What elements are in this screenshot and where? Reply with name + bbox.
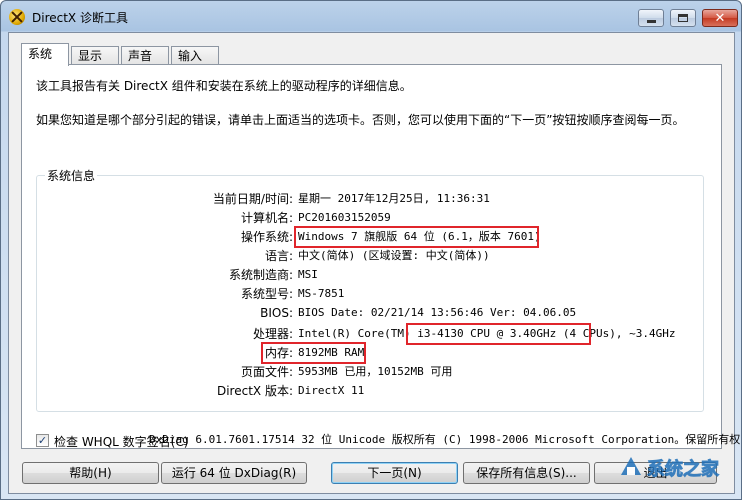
system-info-group: 系统信息 当前日期/时间: 计算机名: 操作系统: 语言: 系统制造商: 系统型… [36,167,704,412]
pagefile-value: 5953MB 已用，10152MB 可用 [298,365,453,378]
model-label: 系统型号: [240,287,293,301]
datetime-label: 当前日期/时间: [212,192,293,206]
datetime-value: 星期一 2017年12月25日, 11:36:31 [298,192,490,205]
highlight-cpu [406,323,591,345]
whql-checkbox[interactable]: ✓ [36,434,49,447]
run-64bit-dxdiag-button[interactable]: 运行 64 位 DxDiag(R) [161,462,307,484]
close-icon: ✕ [714,10,726,26]
close-button[interactable]: ✕ [702,9,738,27]
minimize-button[interactable] [638,9,664,27]
manufacturer-label: 系统制造商: [228,268,293,282]
directx-version-value: DirectX 11 [298,384,365,397]
directx-icon [9,9,25,25]
save-all-info-button[interactable]: 保存所有信息(S)... [463,462,590,484]
intro-text-1: 该工具报告有关 DirectX 组件和安装在系统上的驱动程序的详细信息。 [36,79,412,93]
highlight-memory [261,342,366,364]
tab-system[interactable]: 系统 [21,43,69,66]
manufacturer-value: MSI [298,268,318,281]
value-column: 星期一 2017年12月25日, 11:36:31 PC201603152059… [298,176,698,411]
bios-value: BIOS Date: 02/21/14 13:56:46 Ver: 04.06.… [298,306,577,319]
check-icon: ✓ [37,434,48,447]
maximize-button[interactable] [670,9,696,27]
pagefile-label: 页面文件: [240,365,293,379]
bios-label: BIOS: [260,306,293,320]
language-label: 语言: [264,249,293,263]
maximize-icon [678,14,688,22]
dxdiag-window: DirectX 诊断工具 ✕ 系统 显示 声音 输入 该工具报告有关 Direc… [0,0,742,500]
computer-name-label: 计算机名: [240,211,293,225]
highlight-os [294,226,539,248]
label-column: 当前日期/时间: 计算机名: 操作系统: 语言: 系统制造商: 系统型号: BI… [37,176,293,411]
watermark-logo: 系统之家 [621,457,720,480]
processor-label: 处理器: [252,327,293,341]
system-tab-panel: 该工具报告有关 DirectX 组件和安装在系统上的驱动程序的详细信息。 如果您… [21,64,722,449]
watermark-text: 系统之家 [647,458,720,480]
computer-name-value: PC201603152059 [298,211,391,224]
intro-text-2: 如果您知道是哪个部分引起的错误，请单击上面适当的选项卡。否则，您可以使用下面的“… [36,113,685,127]
window-title: DirectX 诊断工具 [32,11,128,25]
model-value: MS-7851 [298,287,345,300]
directx-version-label: DirectX 版本: [216,384,293,398]
tab-sound[interactable]: 声音 [121,46,169,65]
client-area: 系统 显示 声音 输入 该工具报告有关 DirectX 组件和安装在系统上的驱动… [8,32,740,494]
next-page-button[interactable]: 下一页(N) [331,462,458,484]
os-label: 操作系统: [240,230,293,244]
language-value: 中文(简体) (区域设置: 中文(简体)) [298,249,490,262]
house-window [627,467,635,475]
title-bar[interactable]: DirectX 诊断工具 ✕ [1,1,741,33]
help-button[interactable]: 帮助(H) [22,462,159,484]
copyright-text: DxDiag 6.01.7601.17514 32 位 Unicode 版权所有… [149,433,741,446]
minimize-icon [646,20,656,23]
tab-input[interactable]: 输入 [171,46,219,65]
tab-display[interactable]: 显示 [71,46,119,65]
